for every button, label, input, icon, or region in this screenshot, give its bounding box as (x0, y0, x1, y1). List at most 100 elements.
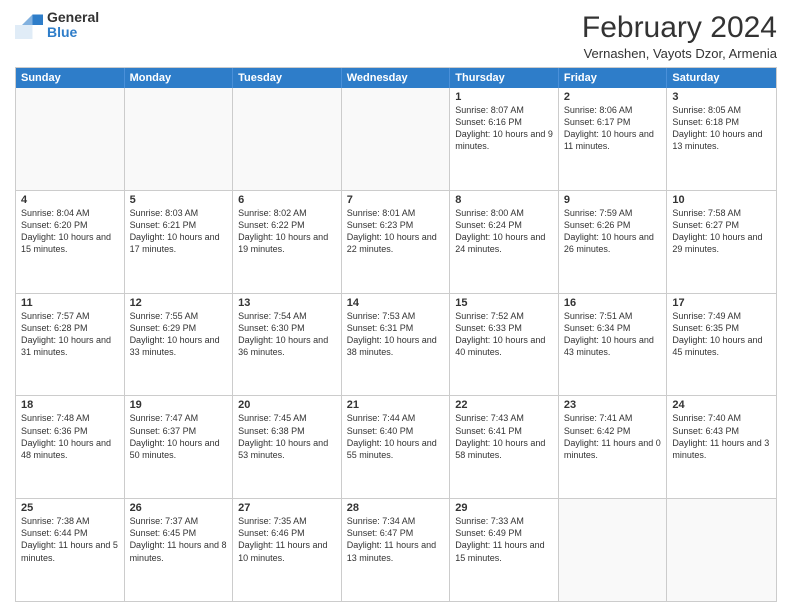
day-info: Sunrise: 7:55 AM Sunset: 6:29 PM Dayligh… (130, 310, 228, 359)
calendar-cell: 22Sunrise: 7:43 AM Sunset: 6:41 PM Dayli… (450, 396, 559, 498)
calendar-body: 1Sunrise: 8:07 AM Sunset: 6:16 PM Daylig… (16, 88, 776, 601)
day-number: 5 (130, 194, 228, 206)
weekday-header-thursday: Thursday (450, 68, 559, 88)
day-info: Sunrise: 7:54 AM Sunset: 6:30 PM Dayligh… (238, 310, 336, 359)
calendar-cell: 3Sunrise: 8:05 AM Sunset: 6:18 PM Daylig… (667, 88, 776, 190)
calendar-row: 4Sunrise: 8:04 AM Sunset: 6:20 PM Daylig… (16, 191, 776, 294)
calendar-row: 1Sunrise: 8:07 AM Sunset: 6:16 PM Daylig… (16, 88, 776, 191)
day-info: Sunrise: 7:43 AM Sunset: 6:41 PM Dayligh… (455, 412, 553, 461)
day-number: 19 (130, 399, 228, 411)
calendar-cell: 15Sunrise: 7:52 AM Sunset: 6:33 PM Dayli… (450, 294, 559, 396)
day-number: 7 (347, 194, 445, 206)
day-number: 13 (238, 297, 336, 309)
day-number: 26 (130, 502, 228, 514)
calendar-cell: 19Sunrise: 7:47 AM Sunset: 6:37 PM Dayli… (125, 396, 234, 498)
calendar-cell: 18Sunrise: 7:48 AM Sunset: 6:36 PM Dayli… (16, 396, 125, 498)
day-number: 29 (455, 502, 553, 514)
calendar: SundayMondayTuesdayWednesdayThursdayFrid… (15, 67, 777, 602)
calendar-cell: 4Sunrise: 8:04 AM Sunset: 6:20 PM Daylig… (16, 191, 125, 293)
day-info: Sunrise: 7:37 AM Sunset: 6:45 PM Dayligh… (130, 515, 228, 564)
weekday-header-friday: Friday (559, 68, 668, 88)
day-info: Sunrise: 7:38 AM Sunset: 6:44 PM Dayligh… (21, 515, 119, 564)
calendar-cell: 16Sunrise: 7:51 AM Sunset: 6:34 PM Dayli… (559, 294, 668, 396)
day-info: Sunrise: 8:04 AM Sunset: 6:20 PM Dayligh… (21, 207, 119, 256)
day-info: Sunrise: 7:40 AM Sunset: 6:43 PM Dayligh… (672, 412, 771, 461)
calendar-cell (16, 88, 125, 190)
day-info: Sunrise: 7:57 AM Sunset: 6:28 PM Dayligh… (21, 310, 119, 359)
day-info: Sunrise: 7:48 AM Sunset: 6:36 PM Dayligh… (21, 412, 119, 461)
day-number: 15 (455, 297, 553, 309)
page-title: February 2024 (582, 10, 777, 46)
calendar-cell: 28Sunrise: 7:34 AM Sunset: 6:47 PM Dayli… (342, 499, 451, 601)
day-info: Sunrise: 8:06 AM Sunset: 6:17 PM Dayligh… (564, 104, 662, 153)
day-number: 27 (238, 502, 336, 514)
calendar-cell: 5Sunrise: 8:03 AM Sunset: 6:21 PM Daylig… (125, 191, 234, 293)
day-info: Sunrise: 7:33 AM Sunset: 6:49 PM Dayligh… (455, 515, 553, 564)
day-number: 11 (21, 297, 119, 309)
calendar-cell: 10Sunrise: 7:58 AM Sunset: 6:27 PM Dayli… (667, 191, 776, 293)
day-number: 6 (238, 194, 336, 206)
calendar-cell: 7Sunrise: 8:01 AM Sunset: 6:23 PM Daylig… (342, 191, 451, 293)
day-number: 12 (130, 297, 228, 309)
day-number: 20 (238, 399, 336, 411)
day-info: Sunrise: 7:34 AM Sunset: 6:47 PM Dayligh… (347, 515, 445, 564)
day-number: 3 (672, 91, 771, 103)
calendar-cell: 25Sunrise: 7:38 AM Sunset: 6:44 PM Dayli… (16, 499, 125, 601)
day-number: 14 (347, 297, 445, 309)
day-info: Sunrise: 8:05 AM Sunset: 6:18 PM Dayligh… (672, 104, 771, 153)
day-info: Sunrise: 7:51 AM Sunset: 6:34 PM Dayligh… (564, 310, 662, 359)
day-info: Sunrise: 8:00 AM Sunset: 6:24 PM Dayligh… (455, 207, 553, 256)
day-info: Sunrise: 7:49 AM Sunset: 6:35 PM Dayligh… (672, 310, 771, 359)
calendar-cell: 9Sunrise: 7:59 AM Sunset: 6:26 PM Daylig… (559, 191, 668, 293)
day-info: Sunrise: 7:41 AM Sunset: 6:42 PM Dayligh… (564, 412, 662, 461)
day-info: Sunrise: 7:53 AM Sunset: 6:31 PM Dayligh… (347, 310, 445, 359)
calendar-header: SundayMondayTuesdayWednesdayThursdayFrid… (16, 68, 776, 88)
day-info: Sunrise: 8:03 AM Sunset: 6:21 PM Dayligh… (130, 207, 228, 256)
day-number: 22 (455, 399, 553, 411)
calendar-cell: 21Sunrise: 7:44 AM Sunset: 6:40 PM Dayli… (342, 396, 451, 498)
calendar-cell: 20Sunrise: 7:45 AM Sunset: 6:38 PM Dayli… (233, 396, 342, 498)
calendar-cell (559, 499, 668, 601)
weekday-header-wednesday: Wednesday (342, 68, 451, 88)
calendar-cell (125, 88, 234, 190)
day-number: 16 (564, 297, 662, 309)
day-number: 9 (564, 194, 662, 206)
calendar-cell: 24Sunrise: 7:40 AM Sunset: 6:43 PM Dayli… (667, 396, 776, 498)
weekday-header-tuesday: Tuesday (233, 68, 342, 88)
calendar-cell: 23Sunrise: 7:41 AM Sunset: 6:42 PM Dayli… (559, 396, 668, 498)
calendar-cell (233, 88, 342, 190)
day-info: Sunrise: 7:44 AM Sunset: 6:40 PM Dayligh… (347, 412, 445, 461)
calendar-row: 25Sunrise: 7:38 AM Sunset: 6:44 PM Dayli… (16, 499, 776, 601)
day-info: Sunrise: 7:58 AM Sunset: 6:27 PM Dayligh… (672, 207, 771, 256)
calendar-cell: 17Sunrise: 7:49 AM Sunset: 6:35 PM Dayli… (667, 294, 776, 396)
calendar-cell: 8Sunrise: 8:00 AM Sunset: 6:24 PM Daylig… (450, 191, 559, 293)
weekday-header-sunday: Sunday (16, 68, 125, 88)
day-info: Sunrise: 7:52 AM Sunset: 6:33 PM Dayligh… (455, 310, 553, 359)
day-number: 18 (21, 399, 119, 411)
day-number: 8 (455, 194, 553, 206)
calendar-cell: 27Sunrise: 7:35 AM Sunset: 6:46 PM Dayli… (233, 499, 342, 601)
day-number: 17 (672, 297, 771, 309)
day-info: Sunrise: 7:59 AM Sunset: 6:26 PM Dayligh… (564, 207, 662, 256)
calendar-cell: 6Sunrise: 8:02 AM Sunset: 6:22 PM Daylig… (233, 191, 342, 293)
day-number: 2 (564, 91, 662, 103)
day-number: 1 (455, 91, 553, 103)
day-info: Sunrise: 7:45 AM Sunset: 6:38 PM Dayligh… (238, 412, 336, 461)
weekday-header-monday: Monday (125, 68, 234, 88)
page-subtitle: Vernashen, Vayots Dzor, Armenia (582, 46, 777, 61)
day-number: 25 (21, 502, 119, 514)
logo-icon (15, 11, 43, 39)
day-info: Sunrise: 8:01 AM Sunset: 6:23 PM Dayligh… (347, 207, 445, 256)
calendar-cell: 1Sunrise: 8:07 AM Sunset: 6:16 PM Daylig… (450, 88, 559, 190)
calendar-cell: 26Sunrise: 7:37 AM Sunset: 6:45 PM Dayli… (125, 499, 234, 601)
calendar-row: 11Sunrise: 7:57 AM Sunset: 6:28 PM Dayli… (16, 294, 776, 397)
day-number: 23 (564, 399, 662, 411)
day-number: 10 (672, 194, 771, 206)
logo: General Blue (15, 10, 99, 41)
calendar-cell: 12Sunrise: 7:55 AM Sunset: 6:29 PM Dayli… (125, 294, 234, 396)
day-info: Sunrise: 8:07 AM Sunset: 6:16 PM Dayligh… (455, 104, 553, 153)
calendar-cell (667, 499, 776, 601)
day-number: 21 (347, 399, 445, 411)
calendar-cell: 2Sunrise: 8:06 AM Sunset: 6:17 PM Daylig… (559, 88, 668, 190)
calendar-cell: 13Sunrise: 7:54 AM Sunset: 6:30 PM Dayli… (233, 294, 342, 396)
